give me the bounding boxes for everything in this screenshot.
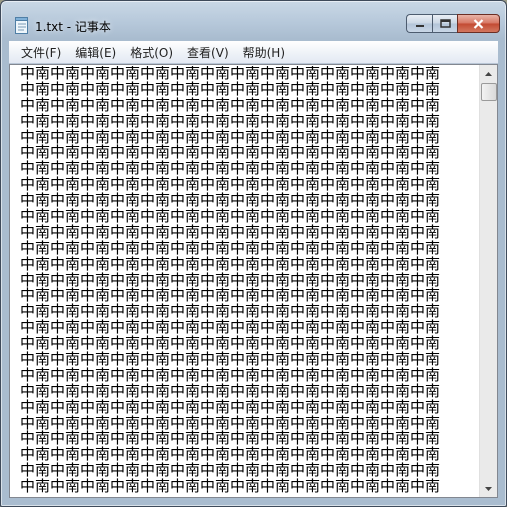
menu-file[interactable]: 文件(F) <box>9 44 68 61</box>
scroll-up-arrow-icon <box>485 71 492 76</box>
minimize-button[interactable] <box>406 14 432 33</box>
menu-format[interactable]: 格式(O) <box>123 44 180 61</box>
notepad-window: 1.txt - 记事本 文件(F) 编辑(E) 格式(O) 查看(V) 帮助(H… <box>0 0 507 507</box>
scroll-down-arrow-icon <box>485 486 492 491</box>
vertical-scrollbar[interactable] <box>479 65 497 497</box>
maximize-icon <box>439 19 451 28</box>
menu-help[interactable]: 帮助(H) <box>236 44 292 61</box>
text-line: 中南中南中南中南中南中南中南中南中南中南中南中南中南中南 <box>20 477 441 496</box>
editor-area: 中南中南中南中南中南中南中南中南中南中南中南中南中南中南 中南中南中南中南中南中南… <box>9 64 498 498</box>
notepad-icon <box>15 17 28 34</box>
menu-edit[interactable]: 编辑(E) <box>68 44 123 61</box>
title-bar[interactable]: 1.txt - 记事本 <box>1 1 506 39</box>
scroll-thumb[interactable] <box>481 83 497 101</box>
scroll-up-button[interactable] <box>480 65 497 82</box>
close-button[interactable] <box>457 14 500 33</box>
maximize-button[interactable] <box>432 14 457 33</box>
menu-view[interactable]: 查看(V) <box>180 44 236 61</box>
caption-buttons <box>406 14 500 33</box>
text-content[interactable]: 中南中南中南中南中南中南中南中南中南中南中南中南中南中南 中南中南中南中南中南中南… <box>11 66 479 496</box>
minimize-icon <box>415 24 424 27</box>
menu-bar: 文件(F) 编辑(E) 格式(O) 查看(V) 帮助(H) <box>9 41 498 64</box>
window-title: 1.txt - 记事本 <box>35 20 111 34</box>
close-icon <box>473 18 484 29</box>
scroll-down-button[interactable] <box>480 480 497 497</box>
